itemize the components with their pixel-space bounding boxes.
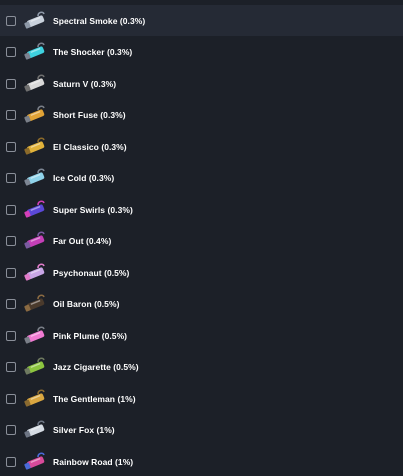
item-checkbox[interactable] [6,236,16,246]
boost-list-item[interactable]: The Shocker (0.3%) [0,37,403,68]
item-checkbox[interactable] [6,47,16,57]
item-label: Silver Fox (1%) [53,425,115,435]
spectral-smoke-boost-icon [22,10,48,32]
item-label: Super Swirls (0.3%) [53,204,133,215]
item-checkbox[interactable] [6,173,16,183]
silver-fox-boost-icon [22,419,48,441]
super-swirls-boost-icon [22,199,48,221]
gentleman-boost-icon [22,388,48,410]
item-checkbox[interactable] [6,425,16,435]
far-out-boost-icon [22,230,48,252]
boost-list-item[interactable]: Oil Baron (0.5%) [0,289,403,320]
rainbow-road-boost-icon [22,451,48,473]
boost-list-item[interactable]: El Classico (0.3%) [0,131,403,162]
oil-baron-boost-icon [22,293,48,315]
item-label: Pink Plume (0.5%) [53,330,128,341]
boost-list-item[interactable]: Pink Plume (0.5%) [0,320,403,351]
jazz-cigarette-boost-icon [22,356,48,378]
item-label: Rainbow Road (1%) [53,456,134,467]
item-checkbox[interactable] [6,110,16,120]
item-label: Ice Cold (0.3%) [53,173,115,183]
el-classico-boost-icon [22,136,48,158]
item-checkbox[interactable] [6,299,16,309]
item-checkbox[interactable] [6,141,16,152]
boost-list-item[interactable]: Spectral Smoke (0.3%) [0,5,403,36]
item-label: Jazz Cigarette (0.5%) [53,362,139,372]
ice-cold-boost-icon [22,167,48,189]
boost-list: Spectral Smoke (0.3%) The Shocker (0.3%) S… [0,0,403,476]
item-checkbox[interactable] [6,456,16,467]
item-label: The Gentleman (1%) [53,393,136,404]
item-checkbox[interactable] [6,15,16,26]
short-fuse-boost-icon [22,104,48,126]
item-label: Oil Baron (0.5%) [53,299,120,309]
item-label: The Shocker (0.3%) [53,47,133,57]
boost-list-item[interactable]: Ice Cold (0.3%) [0,163,403,194]
boost-list-item[interactable]: Rainbow Road (1%) [0,446,403,476]
boost-list-item[interactable]: Psychonaut (0.5%) [0,257,403,288]
item-checkbox[interactable] [6,204,16,215]
item-label: Saturn V (0.3%) [53,78,117,89]
item-label: Spectral Smoke (0.3%) [53,15,146,26]
item-checkbox[interactable] [6,78,16,89]
boost-list-item[interactable]: The Gentleman (1%) [0,383,403,414]
item-checkbox[interactable] [6,362,16,372]
item-checkbox[interactable] [6,330,16,341]
boost-list-item[interactable]: Short Fuse (0.3%) [0,100,403,131]
item-checkbox[interactable] [6,267,16,278]
boost-list-item[interactable]: Saturn V (0.3%) [0,68,403,99]
boost-list-item[interactable]: Jazz Cigarette (0.5%) [0,352,403,383]
item-label: Short Fuse (0.3%) [53,110,126,120]
boost-list-item[interactable]: Silver Fox (1%) [0,415,403,446]
boost-list-item[interactable]: Super Swirls (0.3%) [0,194,403,225]
pink-plume-boost-icon [22,325,48,347]
item-label: Psychonaut (0.5%) [53,267,130,278]
psychonaut-boost-icon [22,262,48,284]
shocker-boost-icon [22,41,48,63]
item-checkbox[interactable] [6,393,16,404]
item-label: Far Out (0.4%) [53,236,112,246]
saturn-v-boost-icon [22,73,48,95]
boost-list-item[interactable]: Far Out (0.4%) [0,226,403,257]
item-label: El Classico (0.3%) [53,141,127,152]
